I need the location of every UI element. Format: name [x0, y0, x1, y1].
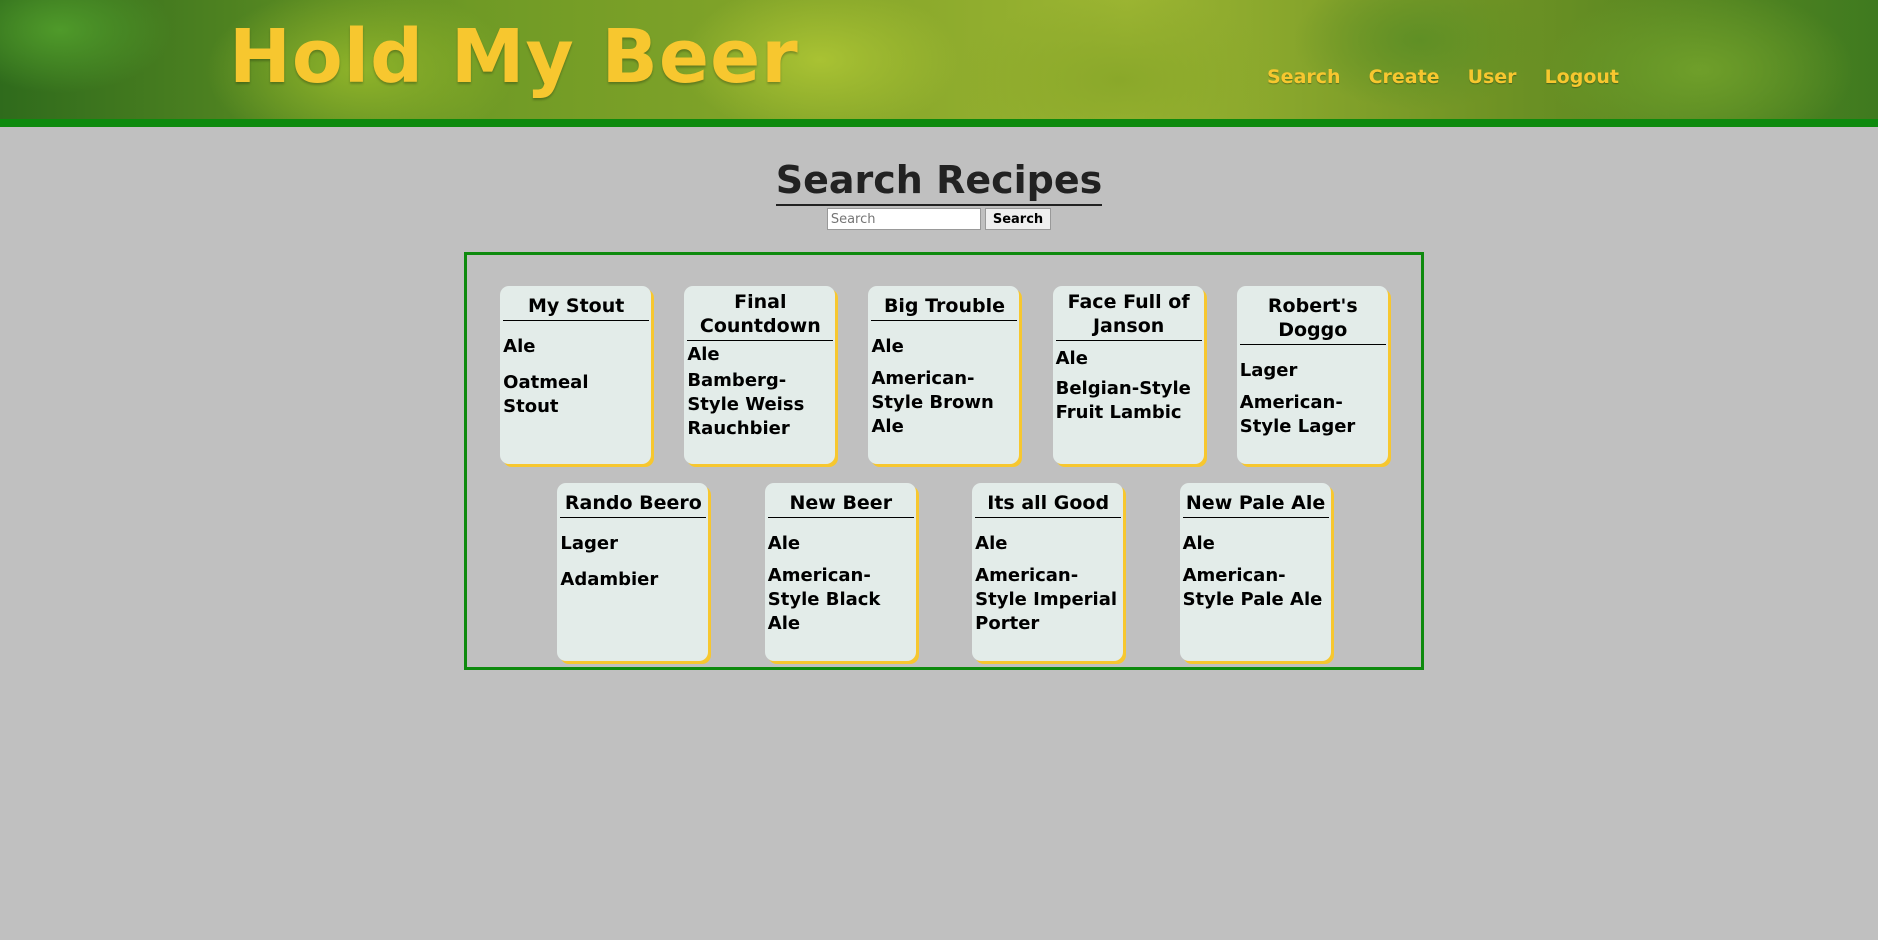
results-row: My Stout Ale Oatmeal Stout Final Countdo… [467, 286, 1421, 464]
recipe-type: Lager [1239, 360, 1298, 381]
recipe-type: Ale [503, 336, 536, 357]
recipe-style: Oatmeal Stout [503, 372, 589, 417]
recipe-type: Lager [560, 533, 618, 554]
recipe-style: Bamberg-Style Weiss Rauchbier [687, 370, 805, 439]
recipe-card[interactable]: Final Countdown Ale Bamberg-Style Weiss … [684, 286, 836, 464]
results-panel: My Stout Ale Oatmeal Stout Final Countdo… [464, 252, 1424, 670]
recipe-style: Belgian-Style Fruit Lambic [1055, 378, 1191, 423]
nav-user-link[interactable]: User [1468, 66, 1517, 88]
recipe-card[interactable]: New Pale Ale Ale American-Style Pale Ale [1179, 483, 1331, 661]
recipe-type: Ale [767, 533, 801, 554]
recipe-type: Ale [687, 344, 720, 365]
search-input[interactable] [826, 208, 981, 230]
search-form: Search [0, 208, 1878, 230]
recipe-card[interactable]: Its all Good Ale American-Style Imperial… [972, 483, 1124, 661]
nav-search-link[interactable]: Search [1267, 66, 1341, 88]
recipe-style: American-Style Black Ale [767, 565, 881, 634]
recipe-name: Face Full of Janson [1055, 290, 1202, 341]
recipe-style: American-Style Pale Ale [1182, 565, 1323, 610]
results-row: Rando Beero Lager Adambier New Beer Ale … [467, 483, 1421, 661]
recipe-name: Robert's Doggo [1239, 290, 1386, 345]
recipe-name: Its all Good [975, 487, 1122, 518]
recipe-type: Ale [1055, 348, 1088, 369]
recipe-style: American-Style Lager [1239, 392, 1356, 437]
recipe-type: Ale [1182, 533, 1215, 554]
recipe-card[interactable]: My Stout Ale Oatmeal Stout [500, 286, 652, 464]
recipe-card[interactable]: Big Trouble Ale American-Style Brown Ale [868, 286, 1020, 464]
recipe-style: American-Style Brown Ale [871, 368, 994, 437]
nav-create-link[interactable]: Create [1369, 66, 1440, 88]
main-nav: Search Create User Logout [1267, 66, 1619, 88]
recipe-style: Adambier [560, 569, 659, 590]
recipe-card[interactable]: Rando Beero Lager Adambier [557, 483, 709, 661]
recipe-name: Big Trouble [871, 290, 1018, 321]
site-logo[interactable]: Hold My Beer [229, 14, 799, 100]
recipe-name: New Pale Ale [1182, 487, 1329, 518]
recipe-card[interactable]: New Beer Ale American-Style Black Ale [764, 483, 916, 661]
recipe-type: Ale [975, 533, 1008, 554]
page-title-wrap: Search Recipes [0, 156, 1878, 206]
recipe-card[interactable]: Face Full of Janson Ale Belgian-Style Fr… [1052, 286, 1204, 464]
search-button[interactable]: Search [984, 208, 1052, 230]
header-banner: Hold My Beer Search Create User Logout [0, 0, 1878, 127]
recipe-card[interactable]: Robert's Doggo Lager American-Style Lage… [1236, 286, 1388, 464]
recipe-name: New Beer [767, 487, 914, 518]
recipe-name: Final Countdown [687, 290, 834, 341]
recipe-style: American-Style Imperial Porter [975, 565, 1118, 634]
recipe-type: Ale [871, 336, 904, 357]
nav-logout-link[interactable]: Logout [1545, 66, 1619, 88]
page-title: Search Recipes [775, 156, 1103, 206]
recipe-name: My Stout [503, 290, 650, 321]
recipe-name: Rando Beero [560, 487, 707, 518]
